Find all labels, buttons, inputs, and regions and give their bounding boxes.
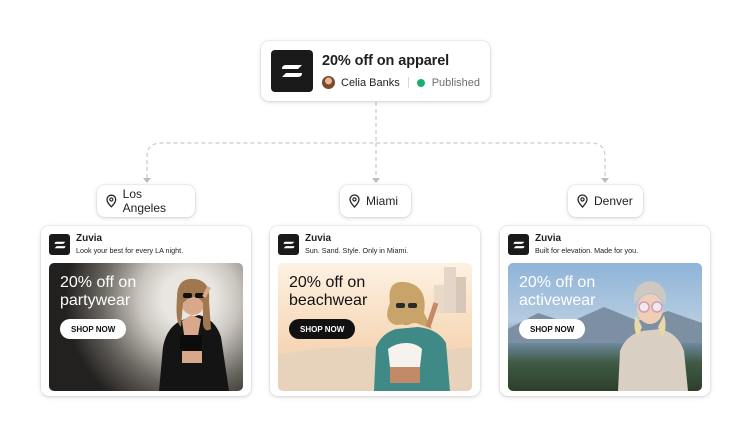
ad-tagline: Built for elevation. Made for you.: [535, 246, 639, 255]
location-chip-miami[interactable]: Miami: [340, 185, 411, 217]
ad-tagline: Sun. Sand. Style. Only in Miami.: [305, 246, 409, 255]
campaign-title: 20% off on apparel: [322, 53, 450, 69]
location-label: Miami: [366, 194, 398, 208]
shop-now-button[interactable]: SHOP NOW: [60, 319, 127, 339]
location-label: Denver: [594, 194, 633, 208]
map-pin-icon: [577, 194, 588, 208]
brand-mark-icon: [49, 234, 70, 255]
status-label: Published: [431, 76, 481, 89]
campaign-canvas: 20% off on apparel Celia Banks Published…: [0, 0, 750, 439]
location-label: Los Angeles: [122, 187, 167, 215]
ad-image: 20% off on partywear SHOP NOW: [49, 263, 243, 391]
ad-brand-name: Zuvia: [305, 233, 332, 244]
map-pin-icon: [349, 194, 360, 208]
map-pin-icon: [106, 194, 117, 208]
location-chip-los-angeles[interactable]: Los Angeles: [97, 185, 195, 217]
meta-divider: [407, 77, 409, 88]
brand-mark-icon: [508, 234, 529, 255]
location-chip-denver[interactable]: Denver: [568, 185, 643, 217]
ad-card-miami[interactable]: Zuvia Sun. Sand. Style. Only in Miami. 2…: [270, 226, 480, 396]
brand-mark-icon: [271, 50, 313, 92]
ad-image: 20% off on activewear SHOP NOW: [508, 263, 702, 391]
ad-tagline: Look your best for every LA night.: [76, 246, 184, 255]
shop-now-button[interactable]: SHOP NOW: [519, 319, 586, 339]
ad-card-denver[interactable]: Zuvia Built for elevation. Made for you.…: [500, 226, 710, 396]
shop-now-button[interactable]: SHOP NOW: [289, 319, 356, 339]
owner-name: Celia Banks: [341, 76, 400, 89]
ad-headline: 20% off on activewear: [519, 274, 596, 309]
owner-avatar: [322, 76, 335, 89]
ad-brand-name: Zuvia: [535, 233, 562, 244]
ad-card-los-angeles[interactable]: Zuvia Look your best for every LA night.…: [41, 226, 251, 396]
ad-brand-name: Zuvia: [76, 233, 103, 244]
status-dot-icon: [416, 78, 425, 87]
campaign-card[interactable]: 20% off on apparel Celia Banks Published: [261, 41, 490, 101]
ad-headline: 20% off on beachwear: [289, 274, 368, 309]
ad-headline: 20% off on partywear: [60, 274, 137, 309]
ad-image: 20% off on beachwear SHOP NOW: [278, 263, 472, 391]
brand-mark-icon: [278, 234, 299, 255]
